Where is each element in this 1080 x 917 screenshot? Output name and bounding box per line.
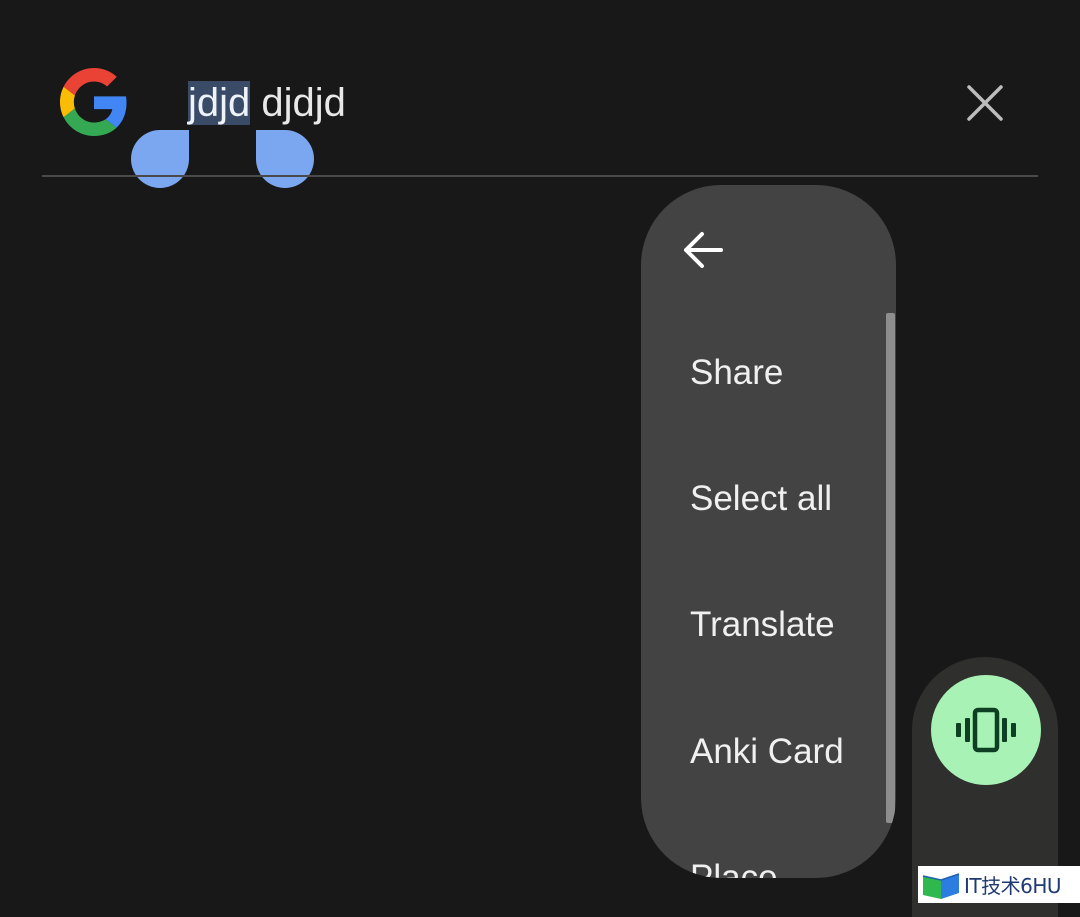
text-selection-menu: Share Select all Translate Anki Card Pla… xyxy=(641,185,896,878)
menu-scrollbar[interactable] xyxy=(886,313,895,823)
menu-back-button[interactable] xyxy=(677,225,727,275)
search-bar: jdjd djdjd xyxy=(0,0,1080,188)
vibrate-icon xyxy=(956,707,1016,753)
search-divider xyxy=(42,175,1038,177)
close-button[interactable] xyxy=(960,78,1010,128)
selection-handle-start[interactable] xyxy=(131,130,189,188)
menu-item-anki-card[interactable]: Anki Card xyxy=(690,730,844,774)
watermark: IT技术6HU xyxy=(918,866,1080,903)
vibrate-button[interactable] xyxy=(931,675,1041,785)
arrow-left-icon xyxy=(684,232,723,268)
menu-item-select-all[interactable]: Select all xyxy=(690,477,832,521)
watermark-text: IT技术6HU xyxy=(964,874,1062,898)
google-logo[interactable] xyxy=(60,68,128,136)
selected-text[interactable]: jdjd xyxy=(188,81,251,125)
query-text[interactable]: djdjd xyxy=(250,81,346,125)
book-logo-icon xyxy=(918,866,964,903)
menu-item-translate[interactable]: Translate xyxy=(690,603,835,647)
selection-handle-end[interactable] xyxy=(256,130,314,188)
search-input[interactable]: jdjd djdjd xyxy=(188,76,346,130)
menu-item-share[interactable]: Share xyxy=(690,351,783,395)
menu-item-place[interactable]: Place xyxy=(690,856,778,878)
close-icon xyxy=(967,85,1003,121)
